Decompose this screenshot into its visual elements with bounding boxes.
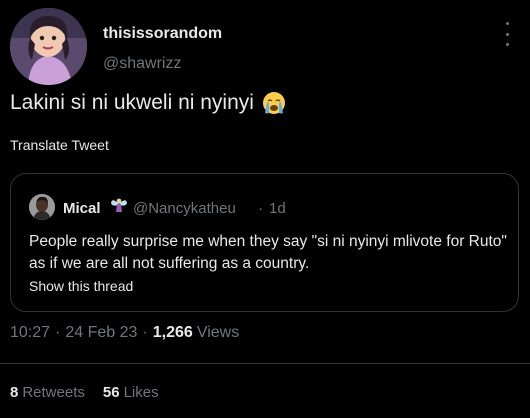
tweet-text-row: Lakini si ni ukweli ni nyinyi <box>10 91 286 115</box>
views-label: Views <box>196 324 240 341</box>
translate-tweet-link[interactable]: Translate Tweet <box>10 137 109 153</box>
crying-face-icon <box>262 91 286 115</box>
fairy-icon <box>110 195 128 215</box>
engagement-stats: 8 Retweets 56 Likes <box>10 384 177 401</box>
quote-avatar[interactable] <box>29 194 55 220</box>
display-name[interactable]: thisissorandom <box>103 25 222 43</box>
quote-handle[interactable]: @Nancykatheu <box>133 200 236 217</box>
tweet-text: Lakini si ni ukweli ni nyinyi <box>10 91 254 114</box>
quote-separator: · <box>258 200 263 217</box>
more-options-icon[interactable] <box>500 22 514 46</box>
show-thread-link[interactable]: Show this thread <box>29 278 133 294</box>
retweets-count[interactable]: 8 <box>10 384 18 401</box>
avatar[interactable] <box>10 8 87 85</box>
quote-text: People really surprise me when they say … <box>29 233 507 272</box>
handle[interactable]: @shawrizz <box>103 55 181 73</box>
tweet-meta: 10:27 · 24 Feb 23 · 1,266 Views <box>10 324 239 342</box>
quote-timestamp[interactable]: 1d <box>269 200 286 217</box>
tweet-header: thisissorandom @shawrizz <box>10 8 520 88</box>
meta-separator: · <box>142 324 148 341</box>
tweet-time[interactable]: 10:27 <box>10 324 50 342</box>
views-count: 1,266 <box>152 324 193 341</box>
tweet-date[interactable]: 24 Feb 23 <box>65 324 137 342</box>
quoted-tweet-card[interactable]: Mical @Nancykatheu · 1d People really su… <box>10 173 519 312</box>
divider <box>0 363 530 364</box>
meta-separator: · <box>55 324 61 341</box>
retweets-label[interactable]: Retweets <box>22 384 85 401</box>
quote-display-name[interactable]: Mical <box>63 200 101 217</box>
likes-count[interactable]: 56 <box>103 384 120 401</box>
likes-label[interactable]: Likes <box>124 384 159 401</box>
